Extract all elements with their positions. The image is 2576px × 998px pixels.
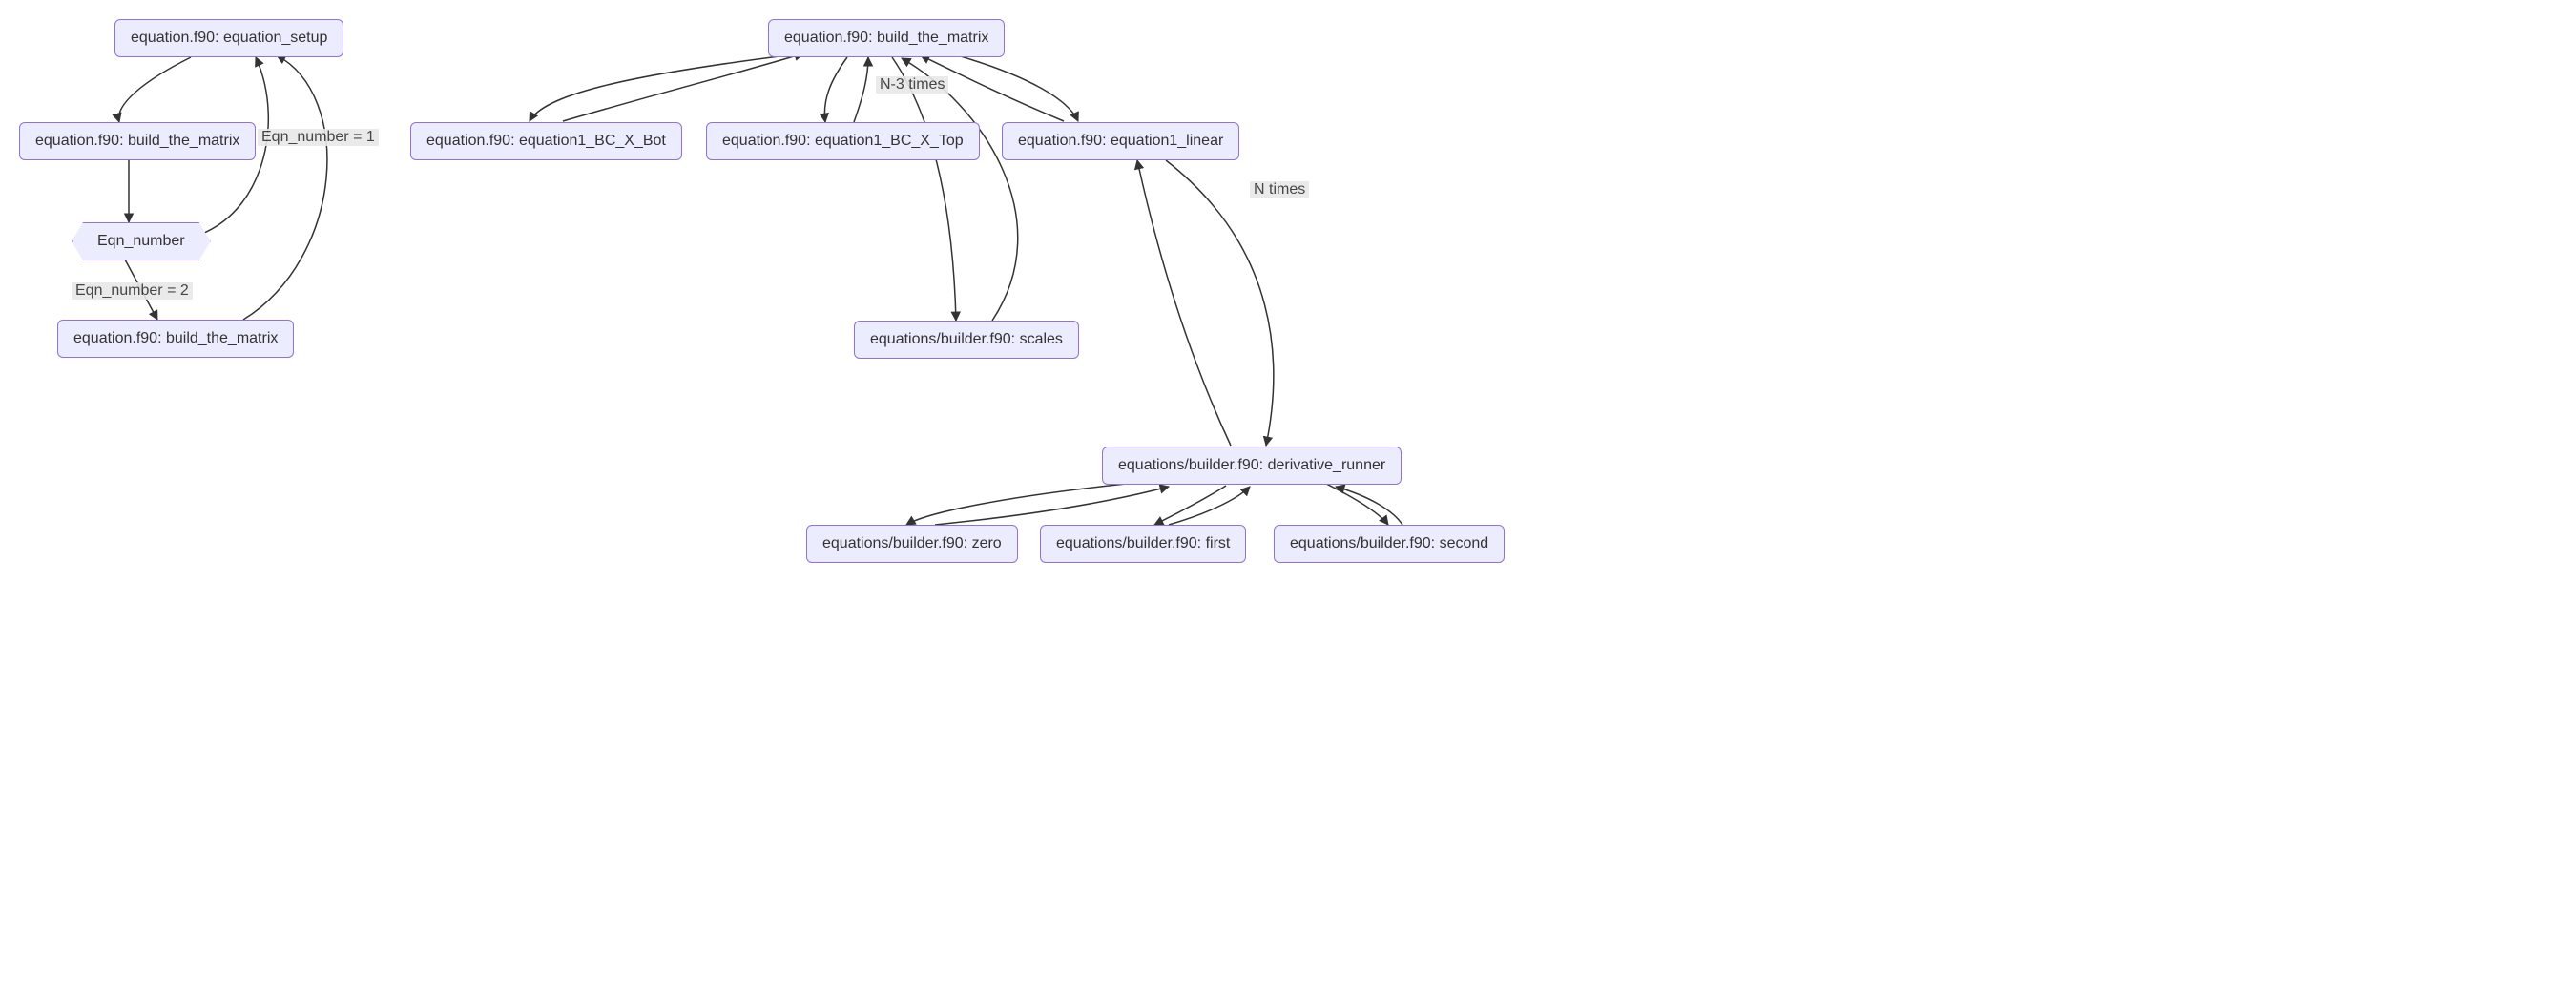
node-equation-setup: equation.f90: equation_setup: [114, 19, 343, 57]
node-builder-derivative-runner: equations/builder.f90: derivative_runner: [1102, 447, 1402, 485]
node-label: equations/builder.f90: first: [1056, 535, 1230, 551]
node-label: equation.f90: build_the_matrix: [73, 330, 278, 346]
node-equation1-linear: equation.f90: equation1_linear: [1002, 122, 1239, 160]
node-label: equations/builder.f90: zero: [822, 535, 1002, 551]
node-label: equations/builder.f90: second: [1290, 535, 1488, 551]
edge-label-eqn1: Eqn_number = 1: [258, 129, 379, 146]
node-label: equation.f90: build_the_matrix: [35, 133, 239, 149]
node-equation1-bc-x-bot: equation.f90: equation1_BC_X_Bot: [410, 122, 682, 160]
node-label: equation.f90: equation_setup: [131, 30, 327, 46]
node-builder-zero: equations/builder.f90: zero: [806, 525, 1018, 563]
node-builder-second: equations/builder.f90: second: [1274, 525, 1505, 563]
edge-label-eqn2: Eqn_number = 2: [72, 282, 193, 300]
node-label: Eqn_number: [97, 233, 185, 249]
node-label: equations/builder.f90: scales: [870, 331, 1063, 347]
node-build-the-matrix-2: equation.f90: build_the_matrix: [57, 320, 294, 358]
node-build-the-matrix-1: equation.f90: build_the_matrix: [19, 122, 256, 160]
node-label: equation.f90: equation1_linear: [1018, 133, 1223, 149]
node-build-the-matrix: equation.f90: build_the_matrix: [768, 19, 1005, 57]
diagram-canvas: equation.f90: equation_setup equation.f9…: [0, 0, 2576, 998]
edge-label-n-times: N times: [1250, 181, 1309, 198]
node-eqn-number-decision: Eqn_number: [72, 222, 211, 260]
node-builder-first: equations/builder.f90: first: [1040, 525, 1246, 563]
node-label: equations/builder.f90: derivative_runner: [1118, 457, 1385, 473]
edges-layer: [0, 0, 2576, 998]
node-label: equation.f90: equation1_BC_X_Bot: [426, 133, 666, 149]
node-label: equation.f90: equation1_BC_X_Top: [722, 133, 964, 149]
node-label: equation.f90: build_the_matrix: [784, 30, 988, 46]
node-builder-scales: equations/builder.f90: scales: [854, 321, 1079, 359]
edge-label-n-minus-3-times: N-3 times: [876, 76, 948, 94]
node-equation1-bc-x-top: equation.f90: equation1_BC_X_Top: [706, 122, 980, 160]
